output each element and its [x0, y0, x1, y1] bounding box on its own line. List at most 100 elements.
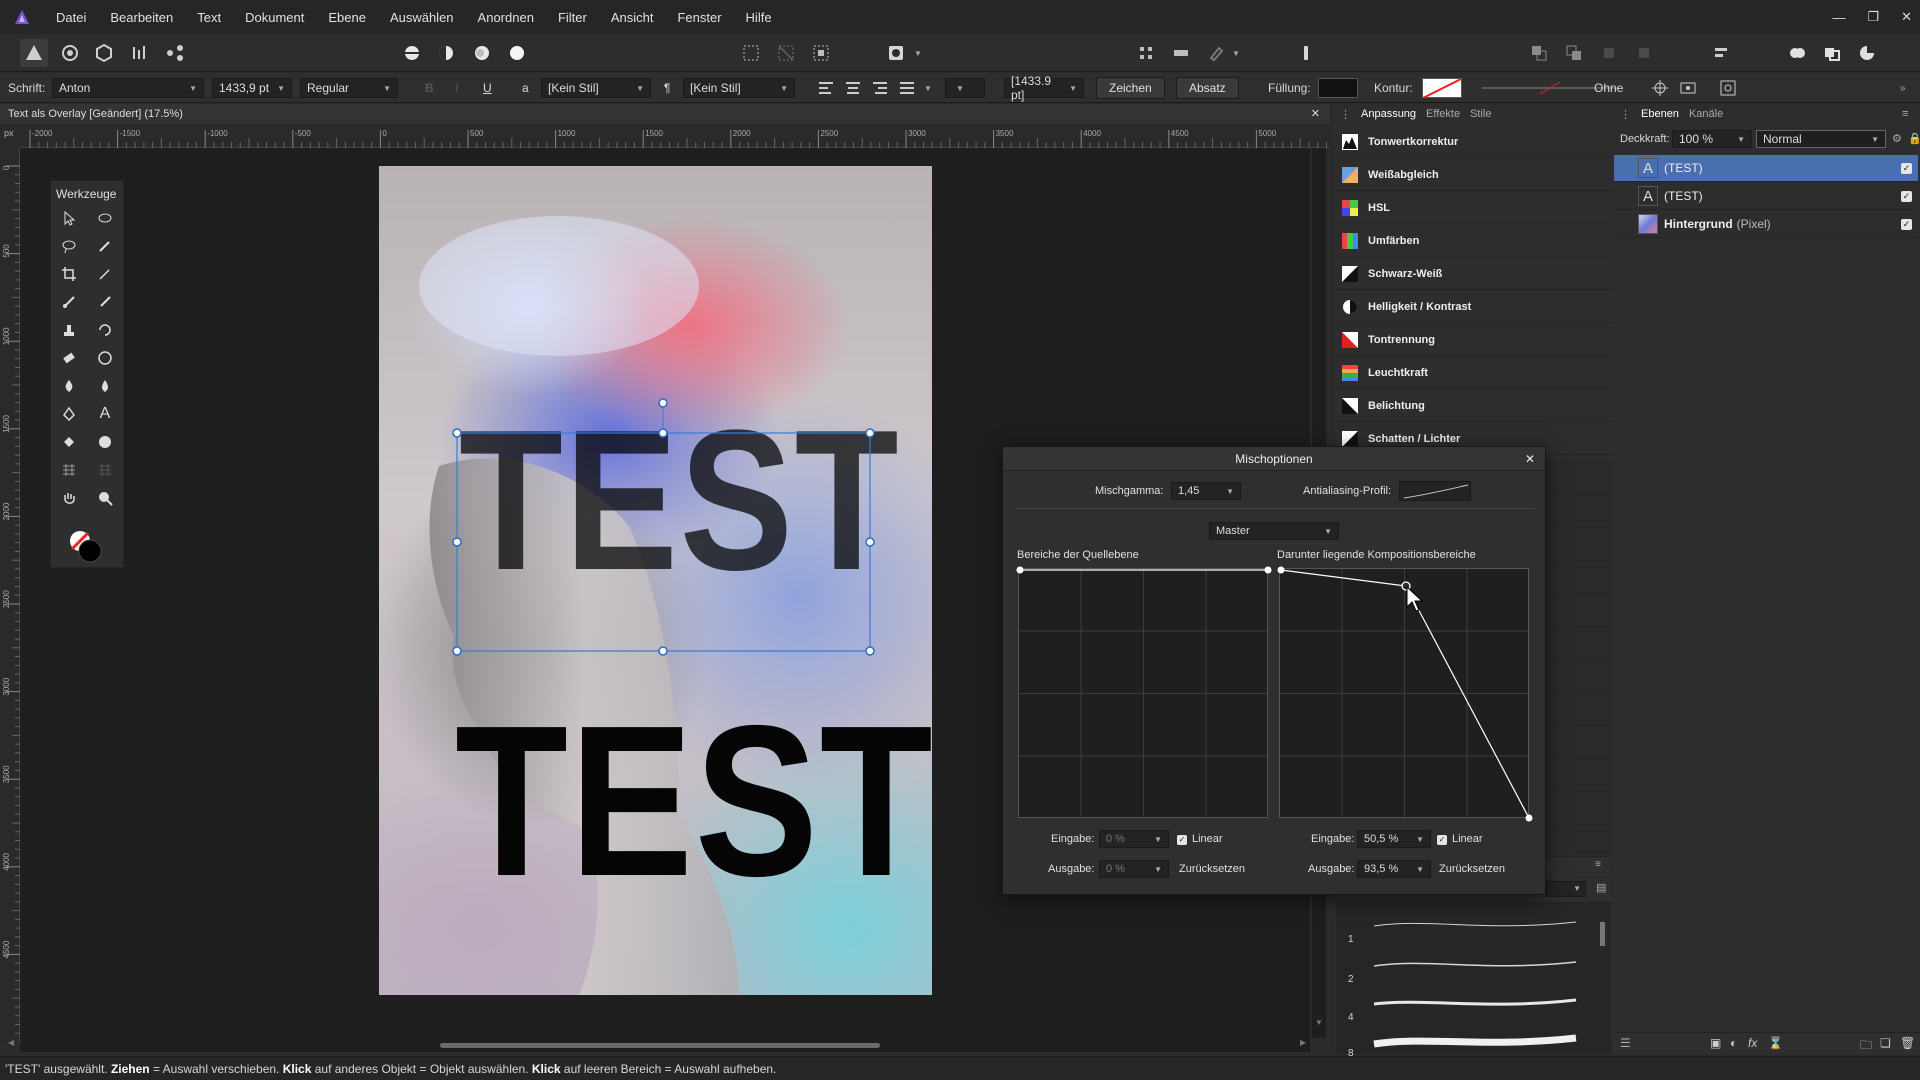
tab-anpassung[interactable]: Anpassung	[1361, 108, 1416, 120]
layer-visibility-checkbox[interactable]: ✓	[1901, 162, 1912, 174]
transform-origin-icon[interactable]	[1652, 78, 1668, 98]
auto-white-balance-icon[interactable]	[503, 39, 531, 67]
menu-ansicht[interactable]: Ansicht	[599, 10, 666, 25]
mask-layer-icon[interactable]: ▣	[1710, 1036, 1721, 1050]
character-style-select[interactable]: [Kein Stil] ▼	[541, 78, 651, 98]
menu-hilfe[interactable]: Hilfe	[734, 10, 784, 25]
align-icon[interactable]	[1707, 39, 1735, 67]
justify-dropdown-icon[interactable]: ▼	[924, 78, 932, 98]
restore-icon[interactable]: ❐	[1867, 9, 1879, 25]
stroke-color-swatch[interactable]	[1422, 78, 1462, 98]
adjustment-item[interactable]: Tonwertkorrektur	[1336, 127, 1611, 158]
fill-color-swatch[interactable]	[1318, 78, 1358, 98]
document-tab[interactable]: Text als Overlay [Geändert] (17.5%) ✕	[0, 104, 1330, 124]
adjustment-item[interactable]: Umfärben	[1336, 226, 1611, 257]
eraser-tool-icon[interactable]	[55, 345, 83, 371]
adjustment-item[interactable]: Tontrennung	[1336, 325, 1611, 356]
adjustment-item[interactable]: Belichtung	[1336, 391, 1611, 422]
zoom-tool-icon[interactable]	[91, 485, 119, 511]
dodge-tool-icon[interactable]	[91, 345, 119, 371]
auto-colors-icon[interactable]	[468, 39, 496, 67]
panel-menu-icon[interactable]: ≡	[1595, 859, 1601, 870]
brush-panel-options-icon[interactable]: ▤	[1596, 881, 1606, 894]
layer-row[interactable]: Hintergrund (Pixel) ✓	[1614, 211, 1918, 238]
horizontal-scroll-thumb[interactable]	[440, 1043, 880, 1048]
menu-datei[interactable]: Datei	[44, 10, 98, 25]
delete-layer-icon[interactable]: 🗑	[1900, 1036, 1915, 1050]
layer-row[interactable]: A (TEST) ✓	[1614, 155, 1918, 182]
hand-tool-icon[interactable]	[55, 485, 83, 511]
left-linear-checkbox[interactable]: ✓ Linear	[1177, 833, 1223, 845]
right-input-field[interactable]: 50,5 % ▼	[1357, 830, 1431, 848]
live-filter-icon[interactable]: ⌛	[1768, 1036, 1783, 1050]
overflow-icon[interactable]: »	[1900, 78, 1906, 98]
align-left-icon[interactable]	[819, 78, 833, 98]
group-layers-icon[interactable]: 🗀	[1860, 1036, 1872, 1057]
perspective-icon[interactable]	[91, 457, 119, 483]
right-output-field[interactable]: 93,5 % ▼	[1357, 860, 1431, 878]
color-picker-icon[interactable]	[91, 261, 119, 287]
layer-visibility-checkbox[interactable]: ✓	[1901, 218, 1912, 230]
selection-bounding-box[interactable]	[440, 395, 880, 665]
menu-anordnen[interactable]: Anordnen	[466, 10, 546, 25]
underline-button[interactable]: U	[483, 78, 492, 98]
text-tool-icon[interactable]: A	[91, 401, 119, 427]
left-reset-button[interactable]: Zurücksetzen	[1179, 863, 1245, 875]
menu-auswaehlen[interactable]: Auswählen	[378, 10, 466, 25]
layer-settings-icon[interactable]: ⚙	[1892, 132, 1902, 145]
pixel-brush-icon[interactable]	[91, 289, 119, 315]
move-tool-icon[interactable]	[55, 205, 83, 231]
bold-icon[interactable]: B	[425, 78, 434, 98]
export-persona-icon[interactable]	[161, 39, 189, 67]
clone-stamp-icon[interactable]	[55, 317, 83, 343]
blur-brush-icon[interactable]	[55, 373, 83, 399]
pen-tool-icon[interactable]	[55, 401, 83, 427]
preview-icon[interactable]	[1680, 78, 1696, 98]
flood-select-icon[interactable]	[91, 233, 119, 259]
mesh-warp-icon[interactable]	[55, 457, 83, 483]
arrange-forward-icon[interactable]	[1560, 39, 1588, 67]
opacity-select[interactable]: 100 % ▼	[1672, 130, 1752, 148]
fill-tool-icon[interactable]	[55, 429, 83, 455]
selection-brush-icon[interactable]	[91, 205, 119, 231]
quick-mask-dropdown-icon[interactable]: ▼	[912, 39, 924, 67]
tab-ebenen[interactable]: Ebenen	[1641, 108, 1679, 120]
adjustment-item[interactable]: Leuchtkraft	[1336, 358, 1611, 389]
layer-row[interactable]: A (TEST) ✓	[1614, 183, 1918, 210]
justify-icon[interactable]	[900, 78, 914, 98]
zeichen-button[interactable]: Zeichen	[1096, 77, 1165, 99]
brush-category-select[interactable]: ▼	[1546, 881, 1586, 897]
adjustment-item[interactable]: Weißabgleich	[1336, 160, 1611, 191]
ellipse-tool-icon[interactable]	[91, 429, 119, 455]
paint-brush-icon[interactable]	[55, 289, 83, 315]
left-output-field[interactable]: 0 % ▼	[1099, 860, 1169, 878]
menu-filter[interactable]: Filter	[546, 10, 599, 25]
vertical-align-select[interactable]: ▼	[945, 78, 985, 98]
scroll-right-icon[interactable]: ▶	[1300, 1038, 1306, 1047]
horizontal-scrollbar[interactable]: ◀ ▶	[8, 1038, 1310, 1052]
leading-select[interactable]: [1433.9 pt] ▼	[1004, 74, 1084, 102]
crop-tool-icon[interactable]	[55, 261, 83, 287]
right-reset-button[interactable]: Zurücksetzen	[1439, 863, 1505, 875]
font-size-select[interactable]: 1433,9 pt ▼	[212, 78, 292, 98]
color-swatches-icon[interactable]	[65, 527, 105, 565]
marquee-invert-icon[interactable]	[807, 39, 835, 67]
absatz-button[interactable]: Absatz	[1176, 77, 1239, 99]
layers-panel-menu-icon[interactable]: ≡	[1902, 108, 1908, 120]
snapping-dropdown-icon[interactable]: ▼	[1230, 39, 1242, 67]
layer-visibility-checkbox[interactable]: ✓	[1901, 190, 1912, 202]
paragraph-style-select[interactable]: [Kein Stil] ▼	[683, 78, 795, 98]
freehand-selection-icon[interactable]	[55, 233, 83, 259]
right-linear-checkbox[interactable]: ✓ Linear	[1437, 833, 1483, 845]
align-center-icon[interactable]	[846, 78, 860, 98]
snapping-grid-icon[interactable]	[1132, 39, 1160, 67]
arrange-front-icon[interactable]	[1595, 39, 1623, 67]
tone-mapping-persona-icon[interactable]	[126, 39, 154, 67]
assistant-icon[interactable]	[1292, 39, 1320, 67]
app-logo-icon[interactable]	[0, 0, 44, 34]
minimize-icon[interactable]: —	[1832, 10, 1845, 25]
menu-bearbeiten[interactable]: Bearbeiten	[98, 10, 185, 25]
snapping-guides-icon[interactable]	[1167, 39, 1195, 67]
close-window-icon[interactable]: ✕	[1901, 9, 1912, 25]
boolean-intersect-icon[interactable]	[1853, 39, 1881, 67]
